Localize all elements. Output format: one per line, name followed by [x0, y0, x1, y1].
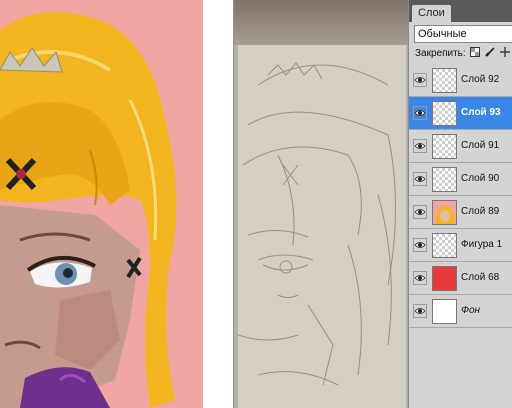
painting-preview — [0, 0, 203, 408]
pencil-sketch — [237, 62, 396, 386]
eye-icon[interactable] — [413, 139, 427, 153]
tab-layers[interactable]: Слои — [412, 5, 451, 22]
eye-icon[interactable] — [413, 238, 427, 252]
layer-thumbnail — [432, 266, 457, 291]
layer-thumbnail — [432, 68, 457, 93]
layer-row[interactable]: Слой 90 — [409, 163, 512, 196]
layer-name: Слой 89 — [461, 206, 500, 217]
layer-name: Слой 91 — [461, 140, 500, 151]
layer-thumbnail — [432, 200, 457, 225]
layer-name: Слой 93 — [461, 107, 501, 118]
eye-icon[interactable] — [413, 271, 427, 285]
eye-icon[interactable] — [413, 106, 427, 120]
canvas-gap — [203, 0, 233, 408]
eye-icon[interactable] — [413, 304, 427, 318]
layer-row[interactable]: Слой 68 — [409, 262, 512, 295]
sketch-paper — [237, 45, 406, 408]
layers-list: Слой 92 Слой 93 Слой 91 Слой 90 Слой 89 Фигур… — [409, 64, 512, 328]
painted-character — [0, 0, 203, 408]
blend-mode-select[interactable]: Обычные — [414, 25, 512, 43]
lock-row: Закрепить: — [415, 47, 511, 61]
layer-row[interactable]: Слой 92 — [409, 64, 512, 97]
lock-label: Закрепить: — [415, 48, 466, 59]
brush-icon[interactable] — [485, 47, 495, 57]
layer-thumbnail — [432, 101, 457, 126]
layer-thumbnail — [432, 134, 457, 159]
layer-thumbnail — [432, 233, 457, 258]
eye-icon[interactable] — [413, 205, 427, 219]
eye-icon[interactable] — [413, 73, 427, 87]
layer-row[interactable]: Фон — [409, 295, 512, 328]
art-thumbnail-icon — [433, 201, 456, 224]
layer-name: Слой 92 — [461, 74, 500, 85]
layer-thumbnail — [432, 299, 457, 324]
move-icon[interactable] — [500, 47, 511, 57]
document-canvas[interactable] — [233, 0, 409, 408]
photo-background — [234, 0, 409, 45]
layer-name: Фон — [461, 305, 481, 316]
layer-thumbnail — [432, 167, 457, 192]
layers-panel: Слои Обычные Закрепить: Слой 92 Слой 93 Сл… — [408, 0, 512, 408]
layer-row[interactable]: Слой 93 — [409, 97, 512, 130]
lock-transparency-icon[interactable] — [470, 47, 481, 57]
layer-name: Слой 90 — [461, 173, 500, 184]
layer-name: Слой 68 — [461, 272, 500, 283]
panel-tabbar: Слои — [409, 0, 512, 22]
eye-icon[interactable] — [413, 172, 427, 186]
layer-row[interactable]: Слой 91 — [409, 130, 512, 163]
layer-row[interactable]: Слой 89 — [409, 196, 512, 229]
layer-name: Фигура 1 — [461, 239, 503, 250]
layer-row[interactable]: Фигура 1 — [409, 229, 512, 262]
